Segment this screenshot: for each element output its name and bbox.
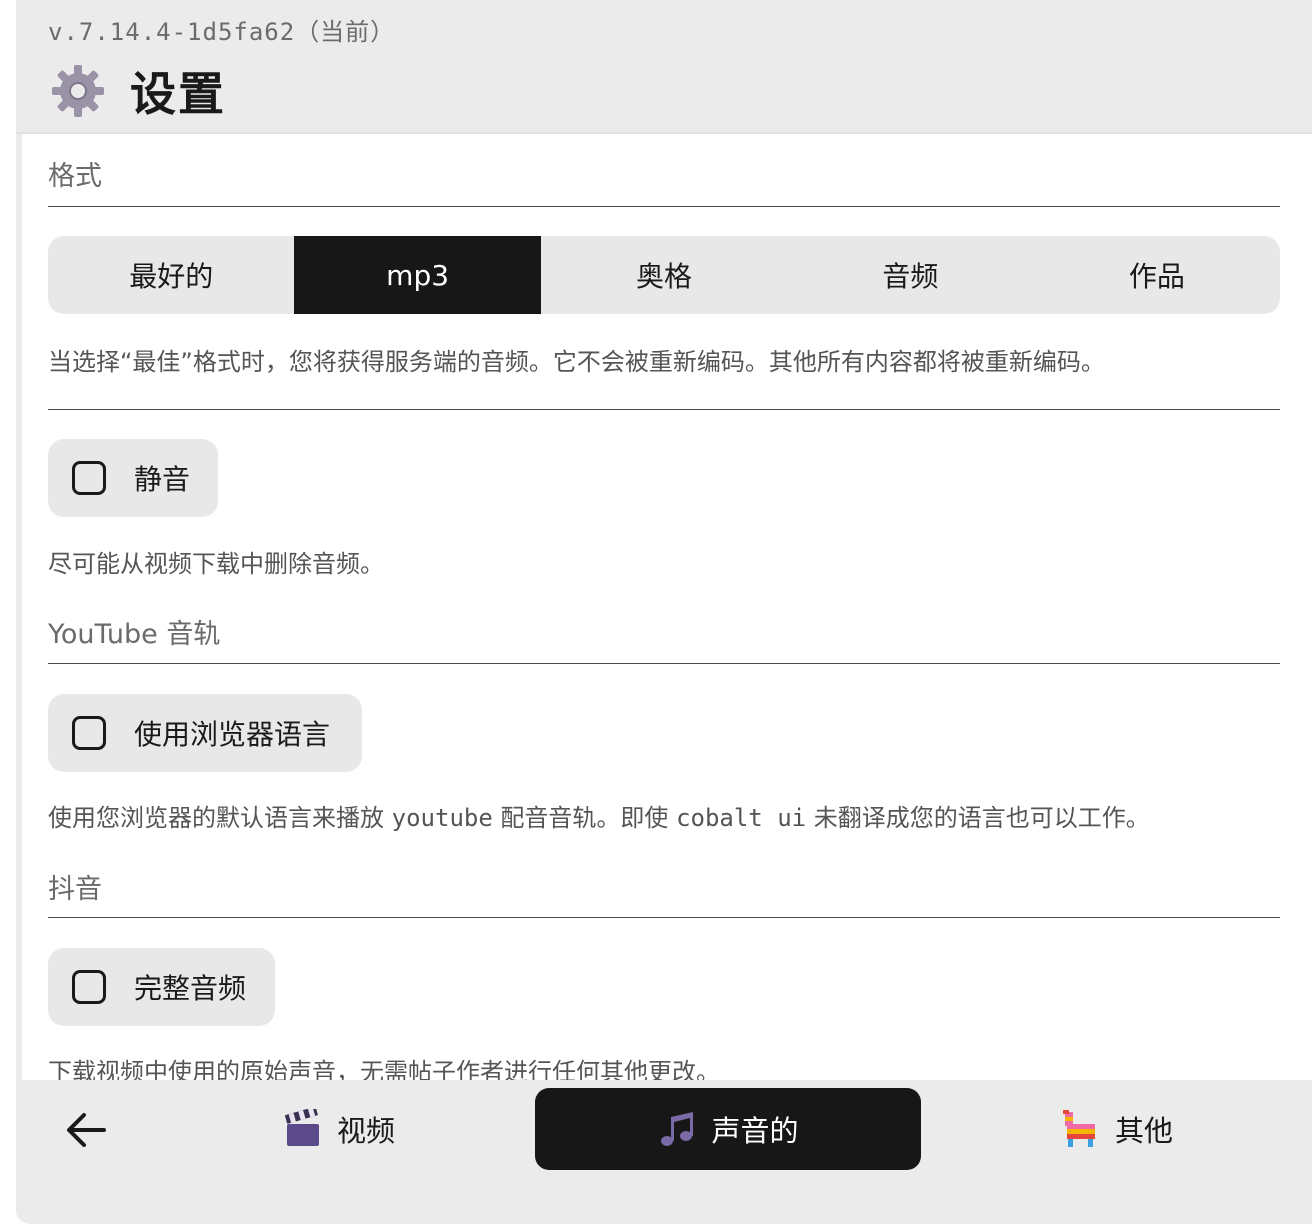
format-selector: 最好的 mp3 奥格 音频 作品 — [48, 236, 1280, 314]
tab-other[interactable]: 其他 — [924, 1088, 1310, 1170]
settings-window: v.7.14.4-1d5fa62（当前） 设置 格式 最好的 mp3 奥格 音频… — [16, 0, 1312, 1224]
desc-code: youtube — [391, 804, 493, 832]
browser-language-checkbox[interactable] — [72, 716, 106, 750]
mute-label: 静音 — [134, 463, 191, 496]
clapper-board-icon — [283, 1106, 323, 1149]
youtube-description: 使用您浏览器的默认语言来播放 youtube 配音音轨。即使 cobalt ui… — [48, 798, 1150, 833]
settings-header: v.7.14.4-1d5fa62（当前） 设置 — [16, 0, 1312, 134]
divider — [48, 917, 1280, 918]
format-option-opus[interactable]: 作品 — [1034, 236, 1280, 314]
divider — [48, 663, 1280, 664]
full-audio-checkbox[interactable] — [72, 970, 106, 1004]
mute-toggle[interactable]: 静音 — [48, 439, 218, 517]
browser-language-toggle[interactable]: 使用浏览器语言 — [48, 694, 362, 772]
format-option-ogg[interactable]: 奥格 — [541, 236, 787, 314]
settings-content[interactable]: 格式 最好的 mp3 奥格 音频 作品 当选择“最佳”格式时，您将获得服务端的音… — [22, 134, 1312, 1080]
desc-text: 配音音轨。即使 — [492, 804, 677, 832]
music-notes-icon — [657, 1109, 697, 1149]
format-option-wav[interactable]: 音频 — [787, 236, 1033, 314]
tab-audio[interactable]: 声音的 — [535, 1088, 921, 1170]
format-description: 当选择“最佳”格式时，您将获得服务端的音频。它不会被重新编码。其他所有内容都将被… — [48, 348, 1105, 376]
full-audio-toggle[interactable]: 完整音频 — [48, 948, 275, 1026]
browser-language-label: 使用浏览器语言 — [134, 718, 331, 751]
tab-video[interactable]: 视频 — [146, 1088, 532, 1170]
youtube-section-title: YouTube 音轨 — [48, 619, 221, 650]
arrow-left-icon — [67, 1113, 106, 1147]
pinata-icon — [1061, 1109, 1101, 1149]
gear-icon — [50, 63, 106, 119]
version-label: v.7.14.4-1d5fa62（当前） — [48, 18, 396, 46]
tab-video-label: 视频 — [336, 1114, 395, 1148]
bottom-nav: 视频 声音的 其他 — [16, 1082, 1312, 1224]
mute-checkbox[interactable] — [72, 461, 106, 495]
desc-code: cobalt ui — [676, 804, 807, 832]
format-section-title: 格式 — [48, 161, 102, 192]
tab-audio-label: 声音的 — [711, 1114, 799, 1148]
format-option-mp3[interactable]: mp3 — [294, 236, 541, 314]
tab-other-label: 其他 — [1114, 1114, 1173, 1148]
back-button[interactable] — [58, 1102, 114, 1158]
mute-description: 尽可能从视频下载中删除音频。 — [48, 550, 384, 578]
desc-text: 未翻译成您的语言也可以工作。 — [806, 804, 1150, 832]
page-title: 设置 — [130, 67, 226, 121]
format-option-best[interactable]: 最好的 — [48, 236, 294, 314]
divider — [48, 206, 1280, 207]
title-row: 设置 — [50, 58, 226, 124]
tiktok-description: 下载视频中使用的原始声音，无需帖子作者进行任何其他更改。 — [48, 1058, 720, 1080]
tiktok-section-title: 抖音 — [48, 874, 102, 905]
desc-text: 使用您浏览器的默认语言来播放 — [48, 804, 392, 832]
full-audio-label: 完整音频 — [134, 972, 247, 1005]
divider — [48, 409, 1280, 410]
